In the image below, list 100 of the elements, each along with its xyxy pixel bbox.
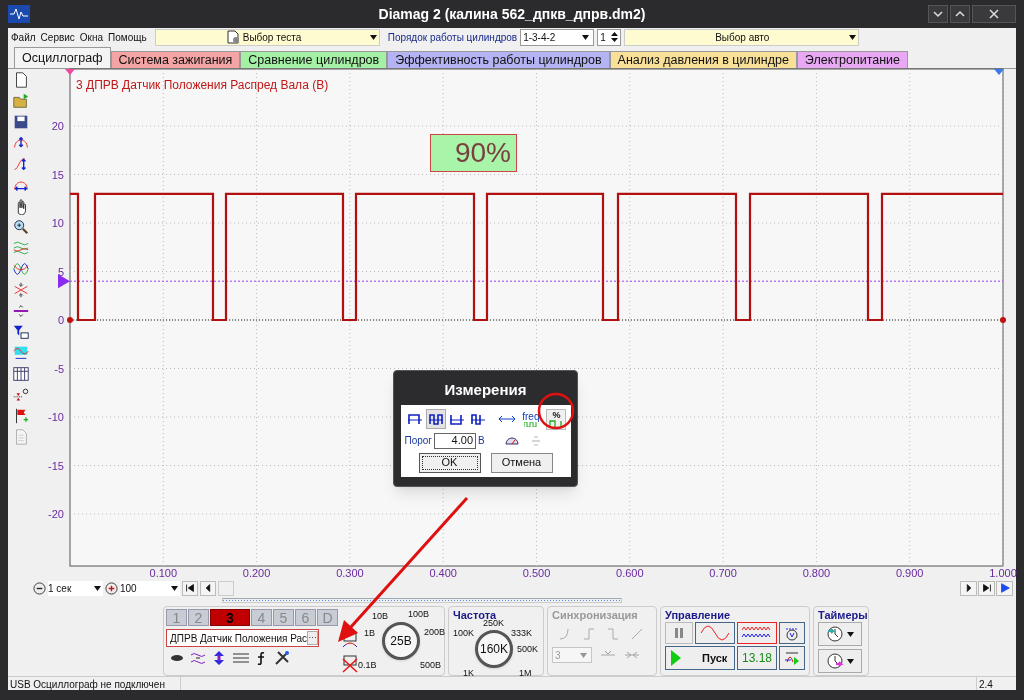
app-logo-icon[interactable] <box>8 5 30 23</box>
meter-remove-icon[interactable] <box>342 655 358 673</box>
cylinder-order-select[interactable]: 1-3-4-2 <box>520 28 595 46</box>
tab[interactable]: Система зажигания <box>110 50 241 68</box>
caret-icon <box>369 34 377 40</box>
trace-label: 3 ДПРВ Датчик Положения Распред Вала (В) <box>76 77 329 92</box>
caret-icon <box>849 34 857 40</box>
horizontal-scrollbar[interactable] <box>222 598 622 603</box>
auto-voltage-button[interactable] <box>779 622 805 644</box>
pause-button[interactable] <box>665 622 693 644</box>
highlight-circle <box>537 392 575 430</box>
document-gear-icon <box>225 30 240 45</box>
caret-icon <box>847 658 854 664</box>
timer-button[interactable] <box>818 622 862 646</box>
sine-wave-icon <box>700 625 730 641</box>
dialog-title: Измерения <box>444 380 527 400</box>
timer-button[interactable] <box>818 649 862 673</box>
sine-button[interactable] <box>695 622 735 644</box>
y-axis-label: -5 <box>54 362 64 375</box>
cursor-marker-icon[interactable] <box>994 68 1004 75</box>
group-title: Управление <box>665 609 731 621</box>
menu-item[interactable]: Файл <box>10 29 37 45</box>
zero-marker-icon <box>1000 316 1006 323</box>
menu-item[interactable]: Окна <box>78 29 105 45</box>
version-label: 2.4 <box>976 677 1016 690</box>
zoom-in-icon[interactable] <box>105 581 118 595</box>
more-button[interactable]: ··· <box>307 631 318 645</box>
cancel-button[interactable]: Отмена <box>490 452 553 473</box>
threshold-label: Порог <box>404 434 433 448</box>
caret-icon <box>847 631 854 637</box>
tab[interactable]: Эффективность работы цилиндров <box>387 50 610 68</box>
y-axis-label: 10 <box>51 216 64 229</box>
zoom-out-icon[interactable] <box>33 581 46 595</box>
go-to-start-button[interactable] <box>182 580 198 596</box>
zoom-icon[interactable] <box>11 217 30 236</box>
sensor-field[interactable]: ДПРВ Датчик Положения Рас··· <box>166 629 319 647</box>
ok-button[interactable]: OK <box>418 452 481 473</box>
zero-marker-icon <box>67 316 73 323</box>
noise-button[interactable] <box>737 622 777 644</box>
zoom-select[interactable]: 100 <box>120 580 180 596</box>
test-select[interactable]: Выбор теста <box>154 28 380 46</box>
car-select[interactable]: Выбор авто <box>624 28 860 46</box>
tools-icon[interactable] <box>274 650 290 666</box>
tab[interactable]: Сравнение цилиндров <box>240 50 388 68</box>
scale-mark: 0.1В <box>358 661 377 670</box>
x-axis-label: 0.700 <box>709 566 737 579</box>
close-button[interactable] <box>972 5 1016 23</box>
y-axis-label: 15 <box>51 168 64 181</box>
caret-icon <box>94 585 101 591</box>
scale-mark: 250K <box>483 619 505 628</box>
pulse-shape-icon <box>449 412 464 426</box>
open-folder-icon[interactable] <box>11 91 30 110</box>
threshold-field[interactable]: 4.00 <box>434 432 477 449</box>
scale-mark: 100K <box>453 629 475 638</box>
frequency-button[interactable]: freq <box>522 411 540 427</box>
tab[interactable]: Электропитание <box>796 50 909 68</box>
play-icon <box>998 582 1011 595</box>
step-forward-button[interactable] <box>960 580 977 596</box>
wave-icon[interactable] <box>190 651 206 665</box>
x-axis-label: 0.400 <box>429 566 457 579</box>
table-icon[interactable] <box>11 364 30 383</box>
status-message: USB Осциллограф не подключен <box>8 677 181 690</box>
tab[interactable]: Осциллограф <box>14 46 111 68</box>
y-axis-label: -15 <box>48 459 64 472</box>
maximize-button[interactable] <box>950 5 970 23</box>
duty-cycle-readout: 90% <box>430 134 517 172</box>
group-title: Синхронизация <box>552 609 639 621</box>
auto-trigger-button[interactable] <box>779 646 805 670</box>
cylinder-order-label: Порядок работы цилиндров <box>387 30 518 45</box>
tab[interactable]: Анализ давления в цилиндре <box>609 50 797 68</box>
clock-icon <box>826 652 844 670</box>
time-scale-select[interactable]: 1 сек <box>48 580 103 596</box>
minimize-button[interactable] <box>928 5 948 23</box>
pulse-shape-icon <box>428 412 443 426</box>
pulse-mode-button[interactable] <box>425 409 446 429</box>
play-button[interactable] <box>996 580 1013 596</box>
scale-mark: 1В <box>364 629 375 638</box>
caret-icon <box>580 652 587 658</box>
close-icon <box>987 7 1001 21</box>
cylinder-spinner[interactable]: 1 <box>597 28 622 46</box>
waves-icon[interactable] <box>11 238 30 257</box>
y-axis-label: -20 <box>48 507 64 520</box>
x-axis-label: 0.800 <box>802 566 831 579</box>
voltage-knob[interactable]: 25В <box>382 622 420 660</box>
lines-icon[interactable] <box>232 651 250 665</box>
pulse-icon <box>549 419 564 428</box>
menu-item[interactable]: Помощь <box>107 29 148 45</box>
x-axis-label: 0.500 <box>522 566 551 579</box>
skip-end-icon <box>980 582 993 595</box>
x-axis-label: 0.300 <box>336 566 364 579</box>
menu-item[interactable]: Сервис <box>39 29 76 45</box>
window-title: Diamag 2 (калина 562_дпкв_дпрв.dm2) <box>377 4 647 24</box>
y-axis-label: -10 <box>48 410 64 423</box>
y-axis-label: 0 <box>57 313 64 326</box>
go-to-end-button[interactable] <box>978 580 995 596</box>
step-back-button[interactable] <box>200 580 216 596</box>
period-arrow-icon[interactable] <box>497 413 518 425</box>
start-button[interactable]: Пуск <box>665 646 735 670</box>
voltage-reading: 13.18 <box>737 646 777 670</box>
pulse-train-icon <box>523 421 538 427</box>
